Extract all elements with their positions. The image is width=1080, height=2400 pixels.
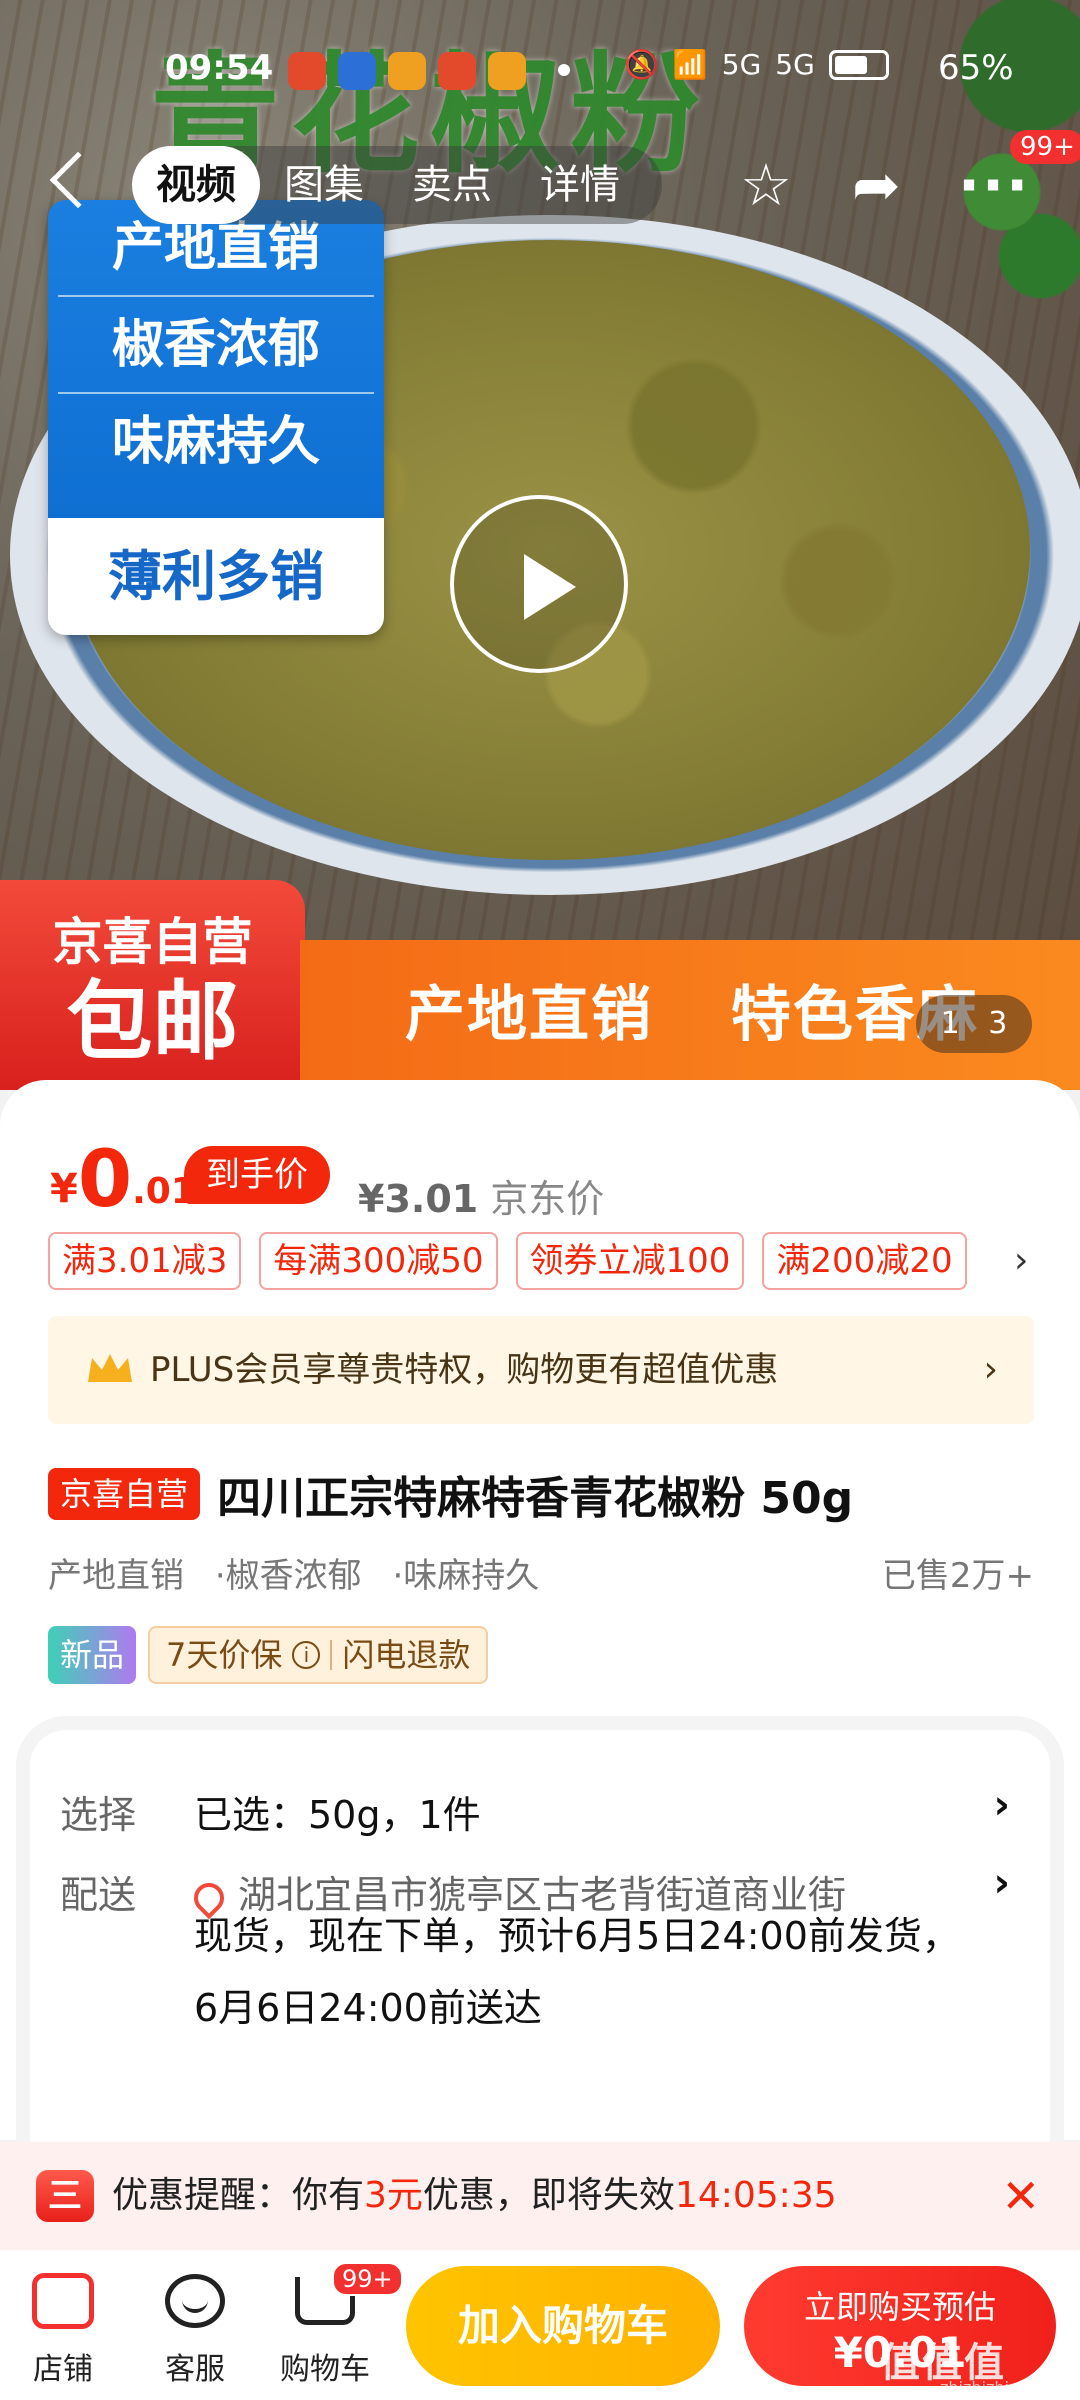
divider — [330, 1640, 333, 1670]
chevron-right-icon[interactable]: › — [1014, 1240, 1028, 1281]
discount-reminder-bar[interactable]: 三 优惠提醒：你有3元优惠，即将失效14:05:35 ✕ — [0, 2142, 1080, 2250]
reminder-text: 优惠提醒：你有3元优惠，即将失效14:05:35 — [112, 2142, 837, 2250]
star-icon[interactable]: ☆ — [740, 150, 792, 220]
product-tag: 产地直销 — [48, 1556, 184, 1596]
select-value[interactable]: 已选：50g，1件 — [194, 1784, 481, 1839]
taobao-icon — [488, 52, 526, 90]
delivery-label: 配送 — [60, 1873, 137, 1917]
service-label: 客服 — [165, 2352, 225, 2387]
sold-count: 已售2万+ — [881, 1556, 1034, 1596]
buy-now-label: 立即购买预估 — [803, 2288, 996, 2326]
tab-selling-points[interactable]: 卖点 — [388, 146, 516, 224]
price-integer: 0 — [77, 1135, 133, 1225]
system-icons: 🔕 📶 5G 5G — [624, 48, 889, 81]
price-guarantee-badge[interactable]: 7天价保 i 闪电退款 — [148, 1626, 489, 1684]
feature-2: 椒香浓郁 — [58, 297, 374, 394]
smile-icon — [165, 2274, 225, 2328]
tab-video[interactable]: 视频 — [132, 146, 260, 224]
fast-refund-label: 闪电退款 — [342, 1636, 471, 1674]
signal-icon: 5G — [721, 48, 762, 81]
banner-point-1: 产地直销 — [405, 980, 653, 1050]
product-tag: ·味麻持久 — [392, 1556, 540, 1596]
dot-icon — [558, 64, 570, 76]
weibo-icon — [438, 52, 476, 90]
crown-icon — [88, 1354, 132, 1382]
product-tag: ·椒香浓郁 — [214, 1556, 362, 1596]
watermark-url: zhizhizhi.com — [940, 2378, 1049, 2397]
signal-icon: 5G — [775, 48, 815, 81]
app-notification-icon — [288, 52, 326, 90]
baidu-icon — [338, 52, 376, 90]
select-label: 选择 — [60, 1793, 137, 1837]
tab-gallery[interactable]: 图集 — [260, 146, 388, 224]
banner-free-shipping: 包邮 — [66, 972, 239, 1072]
product-tags: 产地直销 ·椒香浓郁 ·味麻持久 — [48, 1548, 559, 1597]
reminder-countdown: 14:05:35 — [674, 2175, 837, 2216]
jd-price-label: 京东价 — [490, 1177, 605, 1221]
battery-icon — [828, 49, 889, 80]
price: ¥ 0 .01 — [50, 1140, 196, 1220]
image-counter-total: 3 — [988, 1006, 1008, 1041]
coupon-list[interactable]: 满3.01减3 每满300减50 领券立减100 满200减20 — [48, 1232, 967, 1290]
coupon-item[interactable]: 满3.01减3 — [48, 1232, 242, 1290]
customer-service-button[interactable]: 客服 — [140, 2268, 250, 2388]
service-badges: 新品 7天价保 i 闪电退款 — [48, 1626, 489, 1684]
mute-icon: 🔕 — [624, 48, 659, 81]
cart-button[interactable]: 购物车 99+ — [270, 2262, 403, 2388]
close-icon[interactable]: ✕ — [1001, 2142, 1040, 2250]
product-title: 四川正宗特麻特香青花椒粉 50g — [217, 1473, 854, 1524]
reminder-prefix: 优惠提醒：你有 — [112, 2175, 365, 2216]
jd-price-value: ¥3.01 — [358, 1177, 479, 1221]
feature-panel: 产地直销 椒香浓郁 味麻持久 薄利多销 — [48, 200, 384, 635]
notification-icons — [288, 52, 526, 90]
media-tabs: 视频 图集 卖点 详情 — [132, 146, 662, 224]
coupon-item[interactable]: 领券立减100 — [515, 1232, 745, 1290]
self-operated-tag: 京喜自营 — [48, 1468, 201, 1520]
product-info-card: ¥ 0 .01 到手价 ¥3.01 京东价 满3.01减3 每满300减50 领券… — [0, 1080, 1080, 2170]
tab-details[interactable]: 详情 — [516, 146, 644, 224]
feature-4: 薄利多销 — [48, 518, 384, 635]
coupon-item[interactable]: 满200减20 — [762, 1232, 967, 1290]
play-video-button[interactable] — [450, 495, 628, 673]
new-product-badge: 新品 — [48, 1626, 137, 1684]
jd-price: ¥3.01 京东价 — [358, 1168, 604, 1223]
banner-self-operated: 京喜自营 包邮 — [0, 880, 305, 1090]
reminder-amount: 3元 — [364, 2175, 423, 2216]
app-notification-icon — [388, 52, 426, 90]
product-title-row: 京喜自营 四川正宗特麻特香青花椒粉 50g — [48, 1462, 853, 1526]
top-nav: 视频 图集 卖点 详情 ☆ ➦ ··· 99+ — [0, 130, 1080, 230]
price-currency: ¥ — [50, 1166, 78, 1212]
plus-member-text: PLUS会员享尊贵特权，购物更有超值优惠 — [150, 1350, 779, 1390]
status-time: 09:54 — [165, 48, 274, 88]
chevron-right-icon[interactable]: › — [994, 1860, 1010, 1906]
store-icon — [32, 2273, 94, 2329]
message-badge: 99+ — [1010, 130, 1080, 164]
store-label: 店铺 — [33, 2352, 93, 2387]
chevron-right-icon[interactable]: › — [994, 1782, 1010, 1828]
cart-label: 购物车 — [280, 2352, 370, 2387]
battery-percent: 65% — [938, 48, 1014, 88]
share-icon[interactable]: ➦ — [852, 150, 901, 220]
info-icon: i — [292, 1641, 321, 1669]
coupon-icon: 三 — [36, 2170, 94, 2222]
shipping-estimate: 现货，现在下单，预计6月5日24:00前发货，6月6日24:00前送达 — [194, 1914, 960, 2030]
status-bar: 09:54 🔕 📶 5G 5G 65% — [0, 48, 1080, 98]
back-icon[interactable] — [49, 151, 107, 209]
image-counter-current: 1 — [940, 1006, 960, 1041]
reminder-middle: 优惠，即将失效 — [422, 2175, 675, 2216]
chevron-right-icon: › — [983, 1349, 998, 1390]
plus-member-bar[interactable]: PLUS会员享尊贵特权，购物更有超值优惠 › — [48, 1316, 1034, 1424]
cart-badge: 99+ — [332, 2262, 403, 2296]
price-guarantee-label: 7天价保 — [166, 1636, 283, 1674]
final-price-tag: 到手价 — [184, 1146, 330, 1204]
add-to-cart-button[interactable]: 加入购物车 — [406, 2266, 720, 2386]
feature-3: 味麻持久 — [111, 412, 320, 472]
wifi-icon: 📶 — [672, 48, 708, 81]
store-button[interactable]: 店铺 — [8, 2268, 118, 2388]
banner-brand: 京喜自营 — [52, 913, 253, 971]
image-counter: 1 3 — [916, 995, 1032, 1053]
coupon-item[interactable]: 每满300减50 — [259, 1232, 498, 1290]
options-card: 选择 已选：50g，1件 › 配送 湖北宜昌市猇亭区古老背街道商业街 › 现货，… — [30, 1730, 1050, 2170]
